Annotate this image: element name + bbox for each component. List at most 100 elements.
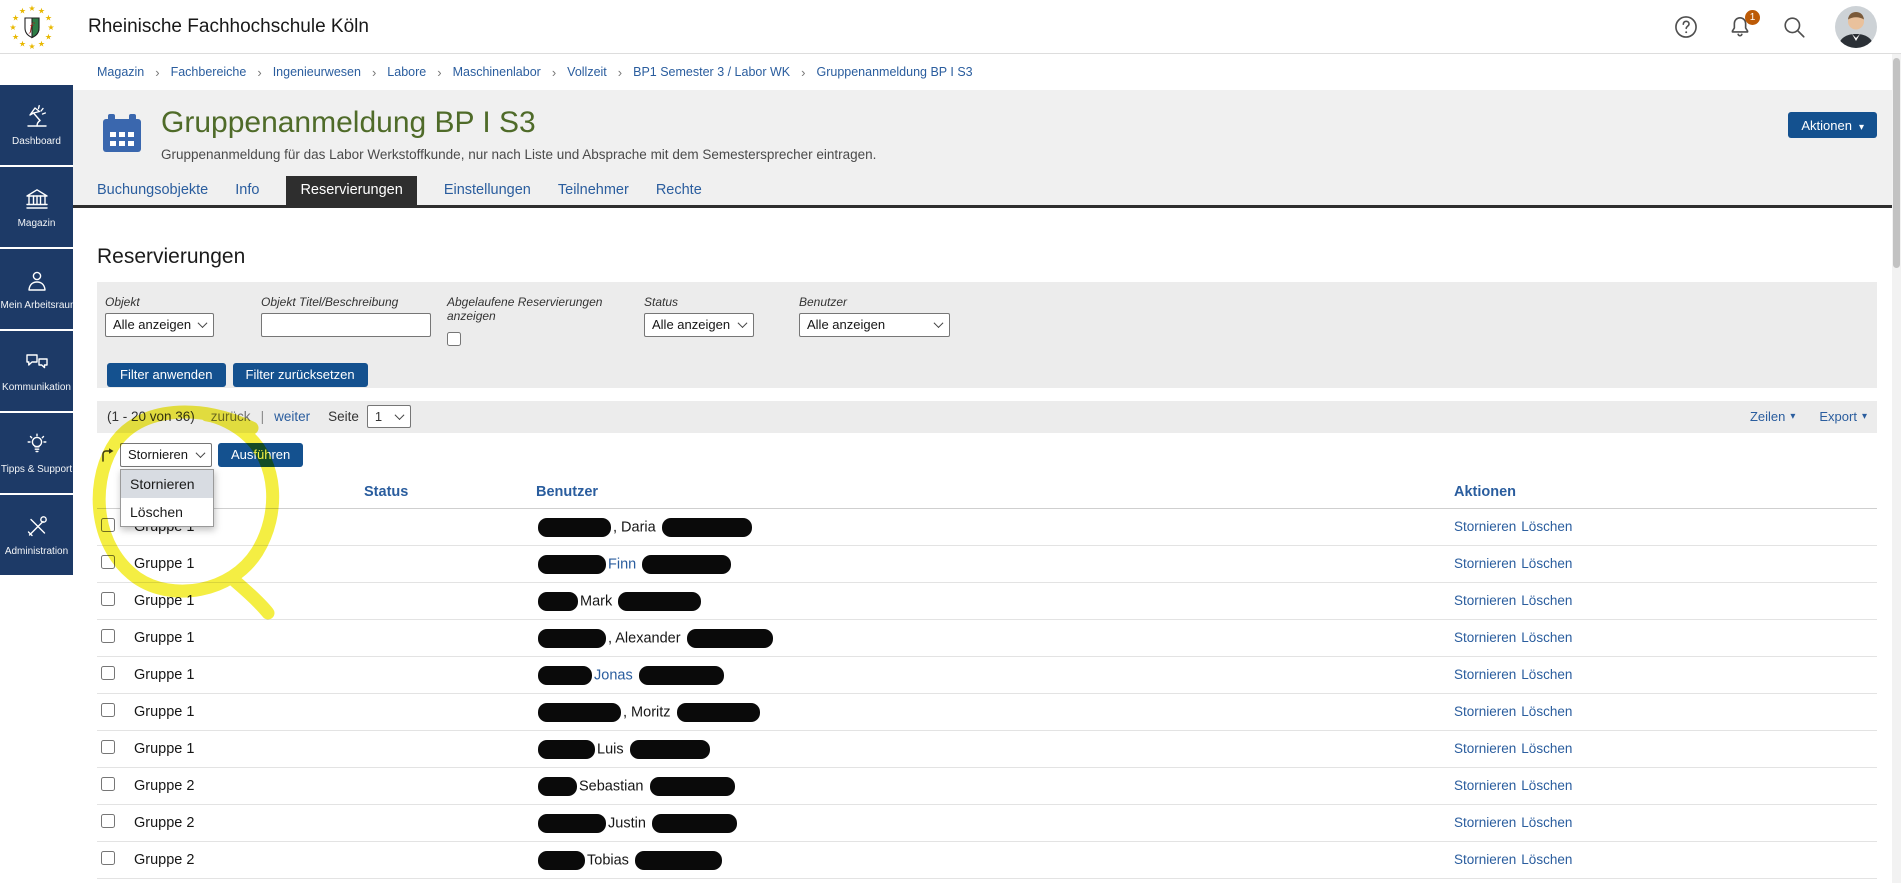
- row-action-loeschen[interactable]: Löschen: [1521, 815, 1572, 830]
- row-object: Gruppe 1: [130, 583, 360, 620]
- scrollbar-thumb[interactable]: [1893, 58, 1900, 268]
- row-action-stornieren[interactable]: Stornieren: [1454, 630, 1516, 645]
- row-action-loeschen[interactable]: Löschen: [1521, 778, 1572, 793]
- row-action-stornieren[interactable]: Stornieren: [1454, 852, 1516, 867]
- redacted-name: [662, 518, 752, 537]
- breadcrumb-item[interactable]: Magazin: [97, 65, 144, 79]
- row-user-name[interactable]: Jonas: [594, 667, 633, 683]
- row-action-loeschen[interactable]: Löschen: [1521, 519, 1572, 534]
- dropdown-option-stornieren[interactable]: Stornieren: [121, 470, 213, 498]
- row-action-stornieren[interactable]: Stornieren: [1454, 778, 1516, 793]
- row-checkbox[interactable]: [101, 592, 115, 606]
- redacted-name: [538, 555, 606, 574]
- row-user: , Alexander: [532, 620, 1450, 657]
- actions-button[interactable]: Aktionen▾: [1788, 112, 1877, 138]
- row-action-loeschen[interactable]: Löschen: [1521, 704, 1572, 719]
- page-select[interactable]: 1: [367, 405, 411, 428]
- booking-pool-icon: [99, 110, 145, 156]
- breadcrumb-separator: ›: [257, 65, 261, 80]
- row-object: Gruppe 2: [130, 805, 360, 842]
- row-user-name[interactable]: Finn: [608, 556, 636, 572]
- status-filter-select[interactable]: Alle anzeigen: [644, 313, 754, 337]
- svg-text:★: ★: [38, 39, 45, 48]
- notifications-icon[interactable]: 1: [1727, 14, 1753, 40]
- header-status[interactable]: Status: [360, 476, 532, 509]
- row-action-loeschen[interactable]: Löschen: [1521, 556, 1572, 571]
- row-checkbox[interactable]: [101, 851, 115, 865]
- row-action-loeschen[interactable]: Löschen: [1521, 593, 1572, 608]
- redacted-name: [538, 777, 577, 796]
- avatar[interactable]: [1835, 6, 1877, 48]
- row-action-loeschen[interactable]: Löschen: [1521, 667, 1572, 682]
- row-checkbox[interactable]: [101, 814, 115, 828]
- sidebar-item-kommunikation[interactable]: Kommunikation: [0, 331, 73, 411]
- search-icon[interactable]: [1781, 14, 1807, 40]
- rows-dropdown[interactable]: Zeilen▾: [1750, 409, 1795, 424]
- row-user: Mark: [532, 583, 1450, 620]
- tab-reservierungen[interactable]: Reservierungen: [286, 176, 416, 205]
- redacted-name: [538, 703, 621, 722]
- breadcrumb-item[interactable]: Gruppenanmeldung BP I S3: [816, 65, 972, 79]
- table-row: Gruppe 2Tobias StornierenLöschen: [97, 842, 1877, 879]
- pagination-prev: zurück: [211, 409, 251, 424]
- row-action-stornieren[interactable]: Stornieren: [1454, 519, 1516, 534]
- table-header-row: Status Benutzer Aktionen: [97, 476, 1877, 509]
- row-action-stornieren[interactable]: Stornieren: [1454, 815, 1516, 830]
- redacted-name: [650, 777, 735, 796]
- sidebar-item-tipps-support[interactable]: Tipps & Support: [0, 413, 73, 493]
- export-dropdown[interactable]: Export▾: [1819, 409, 1867, 424]
- row-checkbox[interactable]: [101, 629, 115, 643]
- scrollbar[interactable]: [1892, 54, 1901, 883]
- breadcrumb-item[interactable]: Labore: [387, 65, 426, 79]
- tab-teilnehmer[interactable]: Teilnehmer: [558, 176, 629, 205]
- row-action-stornieren[interactable]: Stornieren: [1454, 704, 1516, 719]
- row-checkbox[interactable]: [101, 703, 115, 717]
- row-action-stornieren[interactable]: Stornieren: [1454, 593, 1516, 608]
- breadcrumb-item[interactable]: Ingenieurwesen: [273, 65, 361, 79]
- row-action-stornieren[interactable]: Stornieren: [1454, 741, 1516, 756]
- pagination-next[interactable]: weiter: [274, 409, 310, 424]
- breadcrumb-item[interactable]: BP1 Semester 3 / Labor WK: [633, 65, 790, 79]
- row-user-name: Luis: [597, 741, 624, 757]
- abgelaufene-filter-checkbox[interactable]: [447, 332, 461, 346]
- row-checkbox[interactable]: [101, 777, 115, 791]
- help-icon[interactable]: [1673, 14, 1699, 40]
- breadcrumb-separator: ›: [372, 65, 376, 80]
- breadcrumb-item[interactable]: Maschinenlabor: [453, 65, 541, 79]
- row-checkbox[interactable]: [101, 555, 115, 569]
- header-user[interactable]: Benutzer: [532, 476, 1450, 509]
- row-checkbox[interactable]: [101, 740, 115, 754]
- tab-rechte[interactable]: Rechte: [656, 176, 702, 205]
- tab-info[interactable]: Info: [235, 176, 259, 205]
- row-action-loeschen[interactable]: Löschen: [1521, 852, 1572, 867]
- redacted-name: [630, 740, 710, 759]
- row-checkbox[interactable]: [101, 666, 115, 680]
- row-action-loeschen[interactable]: Löschen: [1521, 630, 1572, 645]
- row-action-stornieren[interactable]: Stornieren: [1454, 556, 1516, 571]
- tab-einstellungen[interactable]: Einstellungen: [444, 176, 531, 205]
- redacted-name: [652, 814, 737, 833]
- sidebar-item-magazin[interactable]: Magazin: [0, 167, 73, 247]
- breadcrumb-item[interactable]: Vollzeit: [567, 65, 607, 79]
- chevron-down-icon: [394, 410, 404, 420]
- breadcrumb-item[interactable]: Fachbereiche: [171, 65, 247, 79]
- sidebar-item-arbeitsraum[interactable]: Mein Arbeitsraum: [0, 249, 73, 329]
- dropdown-option-lschen[interactable]: Löschen: [121, 498, 213, 526]
- row-checkbox[interactable]: [101, 518, 115, 532]
- table-row: Gruppe 1 Mark Stornieren Löschen: [97, 583, 1877, 620]
- row-status: [360, 694, 532, 731]
- bulk-action-select[interactable]: Stornieren StornierenLöschen: [120, 443, 212, 467]
- row-user-name: Justin: [608, 815, 646, 831]
- benutzer-filter-select[interactable]: Alle anzeigen: [799, 313, 950, 337]
- filter-reset-button[interactable]: Filter zurücksetzen: [233, 363, 368, 387]
- objekt-filter-select[interactable]: Alle anzeigen: [105, 313, 214, 337]
- sidebar-item-dashboard[interactable]: Dashboard: [0, 85, 73, 165]
- row-action-loeschen[interactable]: Löschen: [1521, 741, 1572, 756]
- titel-filter-input[interactable]: [261, 313, 431, 337]
- row-action-stornieren[interactable]: Stornieren: [1454, 667, 1516, 682]
- sidebar-item-administration[interactable]: Administration: [0, 495, 73, 575]
- filter-apply-button[interactable]: Filter anwenden: [107, 363, 226, 387]
- execute-button[interactable]: Ausführen: [218, 443, 303, 467]
- tab-buchungsobjekte[interactable]: Buchungsobjekte: [97, 176, 208, 205]
- communication-icon: [24, 350, 50, 376]
